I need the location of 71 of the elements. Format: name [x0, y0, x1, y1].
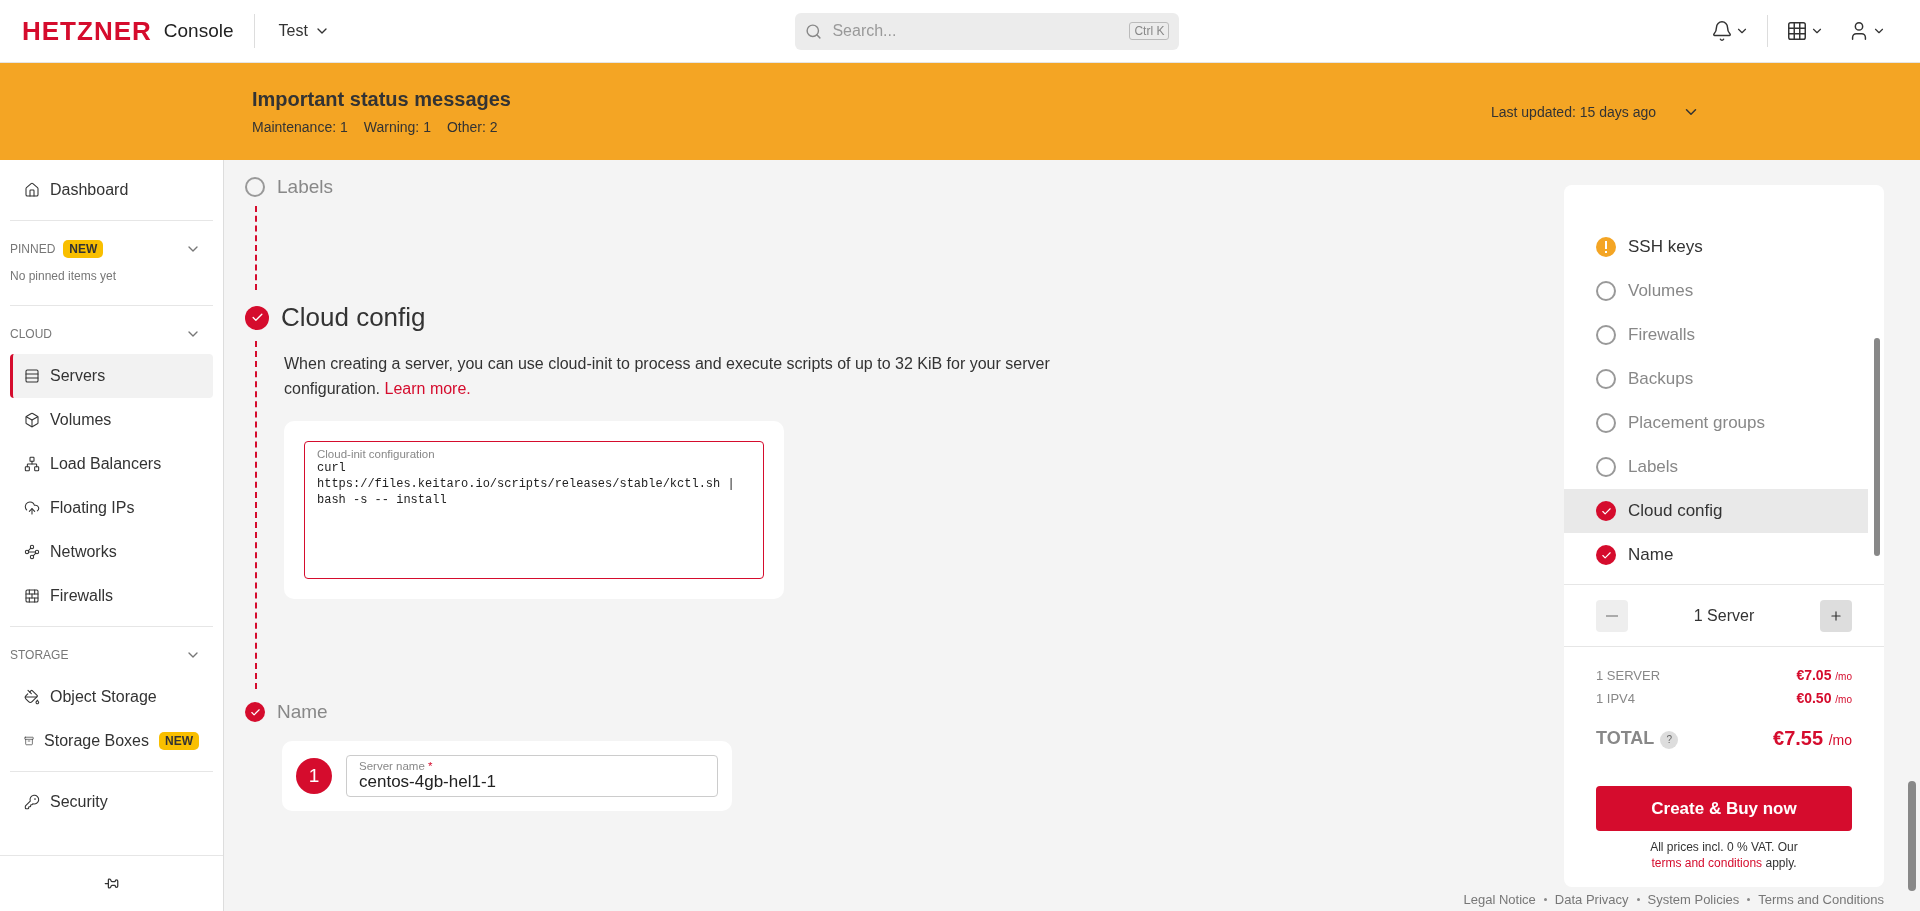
status-count: Warning: 1 [363, 119, 431, 135]
sidebar-item[interactable]: Volumes [10, 398, 213, 442]
vat-note: All prices incl. 0 % VAT. Our terms and conditions apply. [1649, 839, 1799, 871]
bell-icon [1711, 20, 1733, 42]
sidebar-item[interactable]: Storage Boxes NEW [10, 719, 213, 763]
description: When creating a server, you can use cloud-init to process and execute scripts of up to 32 KiB for your server configuration. Learn more. [284, 354, 1051, 399]
create-buy-button[interactable]: Create & Buy now [1596, 786, 1852, 831]
server-rack-icon [24, 368, 40, 384]
field-label: Cloud-init configuration [317, 448, 436, 460]
sidebar-item[interactable]: Servers [10, 354, 213, 398]
status-count: Other: 2 [446, 119, 498, 135]
status-count: Maintenance: 1 [252, 119, 348, 135]
sidebar-item[interactable]: Dashboard [10, 168, 213, 212]
section-title: STORAGE [10, 648, 69, 662]
section-title: CLOUD [10, 327, 52, 341]
network-icon [24, 456, 40, 472]
new-badge: NEW [63, 240, 104, 258]
empty-message: No pinned items yet [10, 269, 118, 283]
house-icon [24, 182, 40, 198]
step-title: Name [277, 701, 328, 723]
server-count: 1 Server [1693, 606, 1755, 625]
minus-icon [1606, 614, 1618, 617]
increase-button[interactable] [1820, 599, 1852, 632]
brick-wall-icon [24, 588, 40, 604]
help-icon[interactable]: ? [1660, 730, 1679, 749]
footer-link[interactable]: Data Privacy [1554, 891, 1629, 907]
field-label: Server name * [359, 760, 434, 772]
footer-link[interactable]: Legal Notice [1463, 891, 1536, 907]
server-name-field[interactable]: Server name * centos-4gb-hel1-1 [346, 755, 718, 797]
learn-more-link[interactable]: Learn more. [384, 380, 471, 397]
bucket-icon [24, 689, 40, 705]
sidebar-item[interactable]: Floating IPs [10, 486, 213, 530]
banner-title: Important status messages [252, 88, 511, 111]
plus-icon [1829, 608, 1843, 623]
terms-link[interactable]: terms and conditions [1651, 856, 1763, 870]
grid-icon [1786, 20, 1808, 42]
sidebar-item[interactable]: Object Storage [10, 675, 213, 719]
key-icon [24, 794, 40, 810]
sidebar-item[interactable]: Firewalls [10, 574, 213, 618]
new-badge: NEW [159, 732, 199, 750]
scrollbar[interactable] [1908, 781, 1916, 891]
server-number: 1 [296, 758, 332, 794]
nodes-icon [24, 544, 40, 560]
warning-icon [1596, 237, 1616, 257]
price-label: 1 SERVER [1596, 668, 1661, 683]
summary-step[interactable]: Cloud config [1564, 489, 1868, 533]
cloud-icon [24, 500, 40, 516]
cube-icon [24, 412, 40, 428]
step-title: Labels [277, 176, 333, 198]
search-input[interactable]: Search... [830, 21, 1122, 41]
sidebar-item[interactable]: Networks [10, 530, 213, 574]
sidebar-item[interactable]: Load Balancers [10, 442, 213, 486]
footer-link[interactable]: Terms and Conditions [1758, 891, 1884, 907]
total-label: TOTAL [1596, 728, 1655, 748]
product-name: Console [163, 14, 255, 48]
price: €7.05 /mo [1796, 667, 1852, 683]
search-icon [805, 22, 823, 40]
pin-icon[interactable] [104, 876, 119, 891]
price-label: 1 IPV4 [1596, 691, 1636, 706]
footer-link[interactable]: System Policies [1647, 891, 1740, 907]
sidebar-item[interactable]: Security [10, 780, 213, 824]
last-updated: Last updated: 15 days ago [1490, 103, 1656, 120]
logo[interactable]: HETZNER [22, 15, 152, 47]
scrollbar[interactable] [1874, 338, 1880, 556]
project-selector[interactable]: Test [272, 21, 336, 41]
total-price: €7.55 /mo [1773, 727, 1852, 750]
cloud-init-field[interactable]: Cloud-init configuration curl https://files.keitaro.io/scripts/releases/stable/kctl.sh | bash -s -- install [304, 441, 764, 579]
step-title: Cloud config [281, 302, 426, 333]
shortcut-key: Ctrl K [1129, 22, 1170, 40]
section-title: PINNED [10, 242, 56, 256]
price: €0.50 /mo [1796, 690, 1852, 706]
